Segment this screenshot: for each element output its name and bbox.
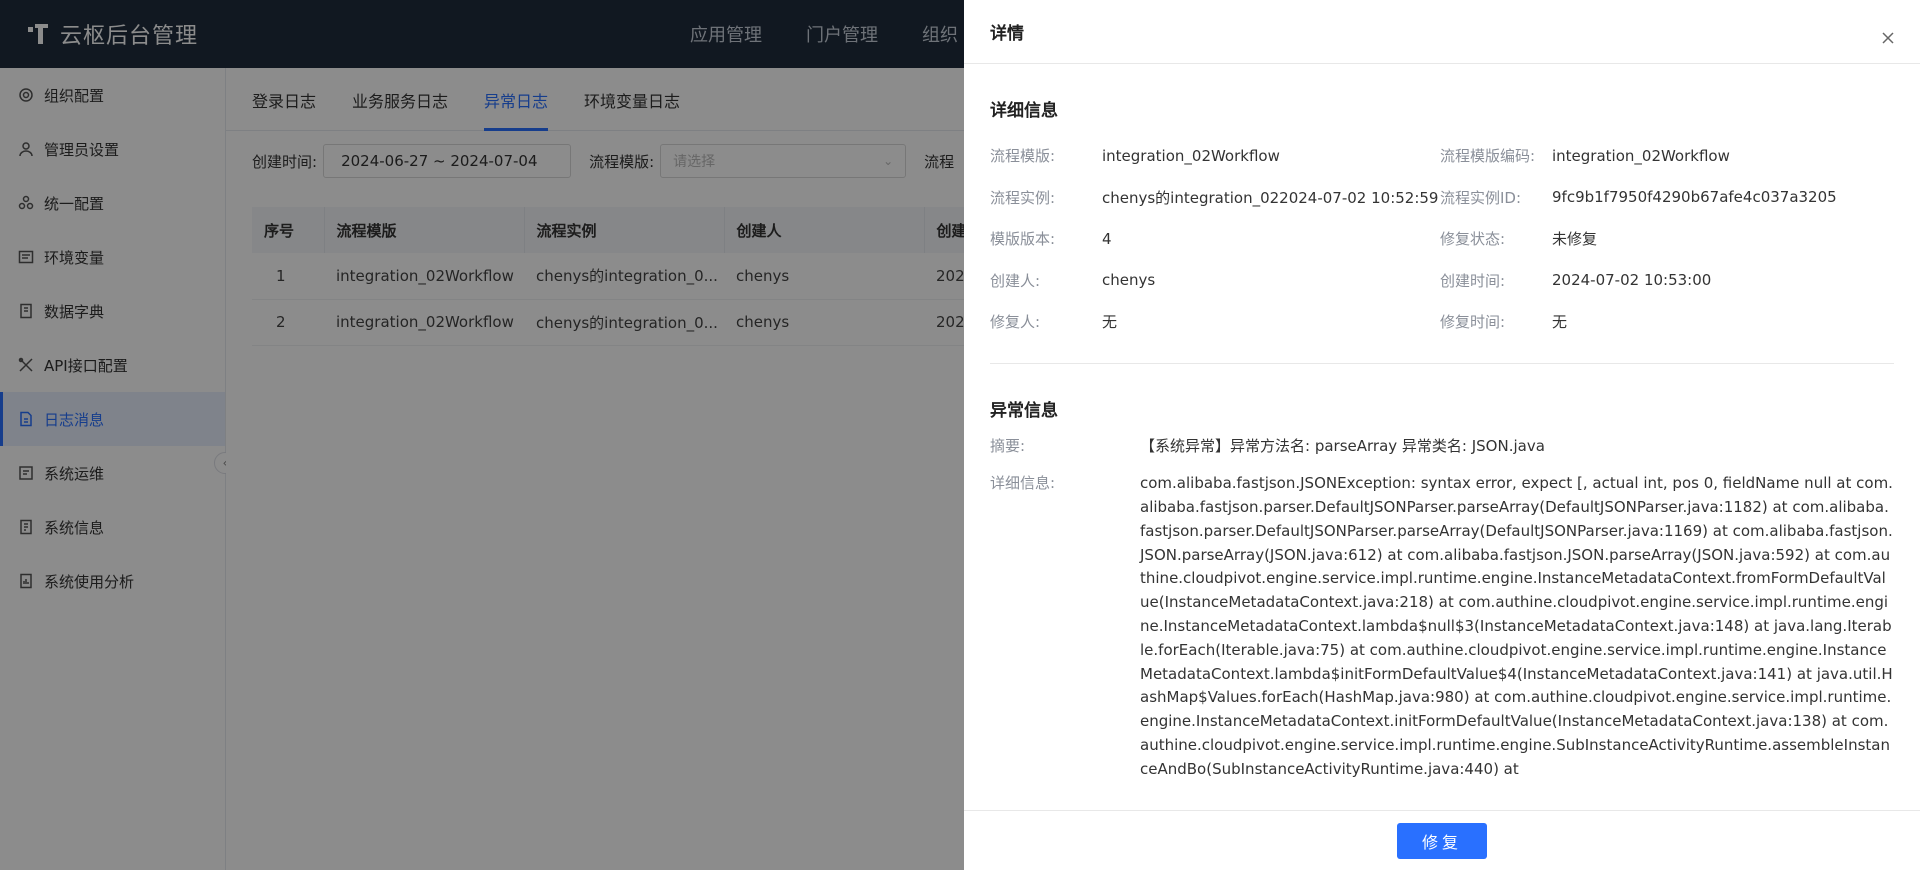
field-value: 2024-07-02 10:53:00 [1552, 271, 1712, 290]
drawer-footer: 修复 [964, 810, 1920, 870]
detail-drawer: 详情 详细信息 流程模版: integration_02Workflow 流程模版… [964, 0, 1920, 870]
field-repair-time: 修复时间: 无 [1440, 301, 1890, 343]
summary-label: 摘要: [990, 436, 1026, 455]
exception-summary: 摘要: 【系统异常】异常方法名: parseArray 异常类名: JSON.j… [990, 435, 1894, 459]
detail-label: 详细信息: [990, 474, 1056, 493]
summary-value: 【系统异常】异常方法名: parseArray 异常类名: JSON.java [1140, 436, 1545, 455]
field-label: 流程模版: [990, 147, 1056, 166]
field-label: 修复人: [990, 313, 1041, 332]
field-value: 4 [1102, 229, 1112, 248]
field-template-code: 流程模版编码: integration_02Workflow [1440, 135, 1890, 177]
field-value: 无 [1102, 313, 1118, 332]
drawer-body[interactable]: 详细信息 流程模版: integration_02Workflow 流程模版编码:… [964, 64, 1920, 810]
field-instance: 流程实例: chenys的integration_022024-07-02 10:… [990, 177, 1440, 219]
field-label: 模版版本: [990, 230, 1056, 249]
detail-grid: 流程模版: integration_02Workflow 流程模版编码: integ… [990, 135, 1894, 343]
field-label: 创建人: [990, 271, 1041, 290]
field-template-version: 模版版本: 4 [990, 218, 1440, 260]
field-instance-id: 流程实例ID: 9fc9b1f7950f4290b67afe4c037a3205 [1440, 177, 1890, 219]
field-label: 修复状态: [1440, 230, 1506, 249]
close-icon[interactable] [1880, 30, 1896, 46]
field-label: 流程模版编码: [1440, 147, 1536, 166]
drawer-header: 详情 [964, 0, 1920, 64]
exception-detail: 详细信息: com.alibaba.fastjson.JSONException… [990, 472, 1894, 781]
field-label: 修复时间: [1440, 313, 1506, 332]
field-value: 9fc9b1f7950f4290b67afe4c037a3205 [1552, 188, 1837, 207]
field-repairer: 修复人: 无 [990, 301, 1440, 343]
section-divider [990, 362, 1894, 364]
repair-button[interactable]: 修复 [1397, 822, 1487, 859]
stack-trace: com.alibaba.fastjson.JSONException: synt… [1140, 474, 1893, 778]
field-value: 无 [1552, 313, 1568, 332]
field-value: chenys的integration_022024-07-02 10:52:59 [1102, 188, 1439, 207]
field-label: 流程实例: [990, 188, 1056, 207]
field-repair-status: 修复状态: 未修复 [1440, 218, 1890, 260]
field-value: chenys [1102, 271, 1156, 290]
field-value: integration_02Workflow [1102, 146, 1280, 165]
exception-section-title: 异常信息 [990, 400, 1058, 421]
field-template: 流程模版: integration_02Workflow [990, 135, 1440, 177]
field-creator: 创建人: chenys [990, 260, 1440, 302]
field-label: 流程实例ID: [1440, 188, 1522, 207]
drawer-title: 详情 [990, 24, 1024, 44]
field-created-time: 创建时间: 2024-07-02 10:53:00 [1440, 260, 1890, 302]
field-label: 创建时间: [1440, 271, 1506, 290]
field-value: 未修复 [1552, 230, 1598, 249]
detail-section-title: 详细信息 [990, 101, 1058, 121]
field-value: integration_02Workflow [1552, 146, 1730, 165]
